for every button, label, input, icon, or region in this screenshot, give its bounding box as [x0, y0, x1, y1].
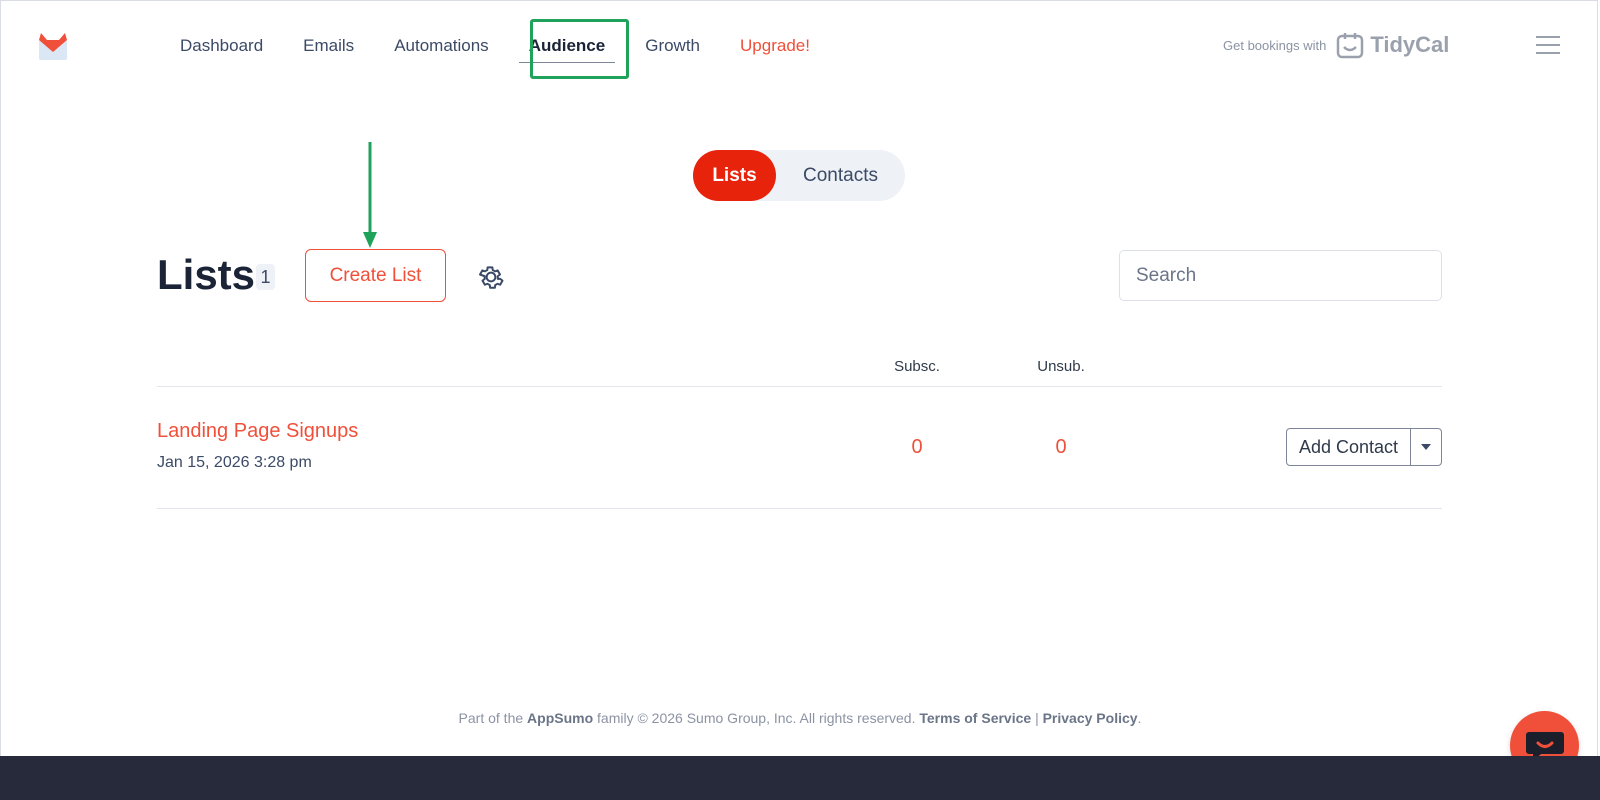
footer-appsumo: AppSumo [527, 710, 594, 726]
tidycal-calendar-icon [1337, 33, 1364, 59]
list-subsc-count[interactable]: 0 [867, 436, 967, 459]
bottom-bar [0, 756, 1600, 800]
tidycal-promo[interactable]: Get bookings with TidyCal [1223, 28, 1449, 62]
create-list-button[interactable]: Create List [305, 249, 446, 302]
lists-contacts-toggle: Lists Contacts [693, 150, 905, 201]
nav-active-underline [518, 62, 616, 63]
nav-upgrade[interactable]: Upgrade! [720, 16, 830, 76]
tidycal-brand: TidyCal [1336, 31, 1449, 59]
search-input[interactable] [1119, 250, 1442, 301]
list-unsub-count[interactable]: 0 [1011, 436, 1111, 459]
main-nav: Dashboard Emails Automations Audience Gr… [160, 0, 830, 92]
gear-icon[interactable] [476, 262, 506, 292]
nav-automations[interactable]: Automations [374, 16, 509, 76]
tidycal-brand-label: TidyCal [1370, 32, 1450, 57]
page-title: Lists [157, 251, 256, 298]
table-divider [157, 508, 1442, 509]
sendfox-logo-icon[interactable] [38, 30, 68, 62]
footer-end: . [1137, 710, 1142, 726]
list-name-link[interactable]: Landing Page Signups [157, 420, 358, 443]
privacy-policy-link[interactable]: Privacy Policy [1043, 710, 1138, 726]
toggle-lists[interactable]: Lists [693, 150, 776, 201]
toggle-contacts[interactable]: Contacts [783, 150, 898, 201]
column-header-unsub: Unsub. [1037, 358, 1085, 375]
nav-emails[interactable]: Emails [283, 16, 374, 76]
list-created-date: Jan 15, 2026 3:28 pm [157, 454, 312, 471]
nav-audience[interactable]: Audience [509, 16, 626, 76]
promo-text: Get bookings with [1223, 37, 1327, 53]
footer-copyright: family © 2026 Sumo Group, Inc. All right… [597, 710, 916, 726]
nav-dashboard[interactable]: Dashboard [160, 16, 283, 76]
terms-of-service-link[interactable]: Terms of Service [919, 710, 1031, 726]
lists-count-badge: 1 [256, 264, 275, 290]
footer-separator: | [1035, 710, 1039, 726]
caret-down-icon [1421, 444, 1431, 450]
column-header-subsc: Subsc. [894, 358, 940, 375]
add-contact-split-button: Add Contact [1286, 428, 1442, 466]
nav-audience-label: Audience [528, 36, 606, 55]
table-divider [157, 386, 1442, 387]
add-contact-button[interactable]: Add Contact [1287, 429, 1411, 465]
hamburger-menu-icon[interactable] [1536, 34, 1560, 56]
add-contact-dropdown[interactable] [1411, 429, 1441, 465]
annotation-arrow-icon [363, 142, 377, 248]
footer: Part of the AppSumo family © 2026 Sumo G… [0, 710, 1600, 726]
footer-part-of: Part of the [458, 710, 524, 726]
nav-growth[interactable]: Growth [625, 16, 720, 76]
